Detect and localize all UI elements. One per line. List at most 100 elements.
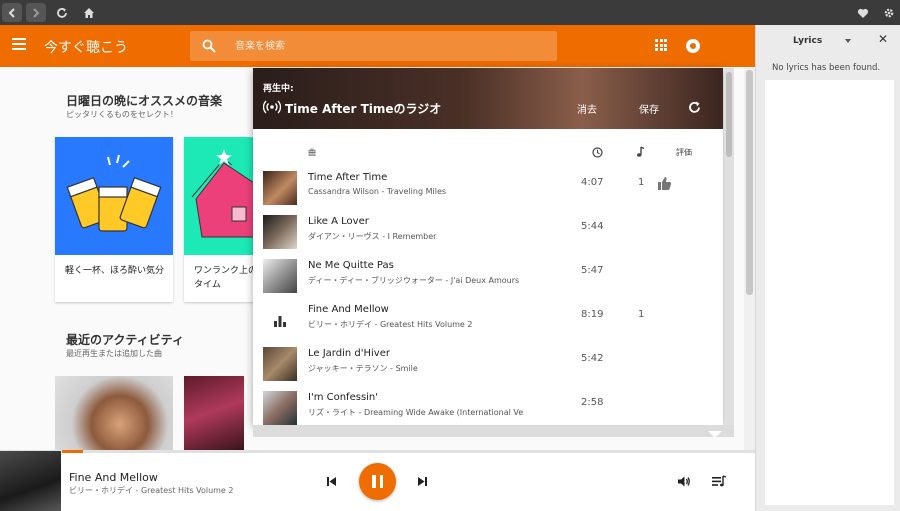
track-thumbnail — [263, 215, 297, 249]
menu-icon[interactable] — [12, 38, 26, 50]
album-thumbnail[interactable] — [55, 376, 173, 456]
pause-button[interactable] — [359, 463, 396, 500]
back-icon — [8, 7, 15, 18]
queue-track-row[interactable]: Le Jardin d'Hiver ジャッキー・テラソン - Smile 5:4… — [253, 341, 723, 385]
close-icon[interactable]: ✕ — [877, 33, 889, 45]
reload-icon — [57, 7, 67, 18]
player-bar: Fine And Mellow ビリー・ホリデイ - Greatest Hits… — [0, 450, 755, 511]
now-playing-subtitle[interactable]: ビリー・ホリデイ - Greatest Hits Volume 2 — [69, 485, 234, 496]
now-playing-art[interactable] — [0, 451, 61, 511]
search-icon — [202, 39, 216, 53]
track-artist-album: ジャッキー・テラソン - Smile — [308, 364, 418, 373]
progress-bar[interactable] — [62, 450, 755, 453]
queue-header: 再生中: Time After Timeのラジオ 消去 保存 — [253, 68, 723, 129]
card-label: 軽く一杯、ほろ酔い気分 — [65, 266, 165, 276]
track-title: I'm Confessin' — [308, 392, 379, 403]
search-box[interactable] — [190, 31, 557, 61]
main-scrollbar[interactable] — [744, 68, 755, 450]
next-track-icon[interactable] — [417, 476, 428, 487]
progress-fill — [62, 450, 83, 453]
recommend-subheading: ピッタリくるものをセレクト！ — [66, 110, 178, 119]
search-input[interactable] — [235, 37, 535, 55]
browser-toolbar — [0, 0, 900, 25]
track-artist-album: ビリー・ホリデイ - Greatest Hits Volume 2 — [308, 320, 473, 329]
reload-button[interactable] — [52, 3, 72, 22]
queue-track-row[interactable]: I'm Confessin' リズ・ライト - Dreaming Wide Aw… — [253, 385, 723, 425]
column-title[interactable]: 曲 — [308, 147, 316, 158]
apps-grid-icon[interactable] — [655, 39, 667, 51]
save-queue-button[interactable]: 保存 — [639, 101, 659, 116]
track-duration: 5:44 — [581, 221, 604, 232]
queue-pointer — [708, 431, 722, 438]
settings-button[interactable] — [879, 3, 899, 22]
track-title: Le Jardin d'Hiver — [308, 348, 390, 359]
lyrics-content — [765, 80, 894, 505]
queue-icon[interactable] — [712, 475, 727, 488]
track-thumbnail — [263, 347, 297, 381]
music-note-icon[interactable] — [635, 146, 645, 158]
queue-track-row[interactable]: Like A Lover ダイアン・リーヴス - I Remember 5:44 — [253, 209, 723, 253]
queue-track-row[interactable]: Ne Me Quitte Pas ディー・ディー・ブリッジウォーター - J'a… — [253, 253, 723, 297]
lyrics-panel: Lyrics ✕ No lyrics has been found. — [755, 25, 900, 511]
track-thumbnail — [263, 259, 297, 293]
account-avatar[interactable] — [686, 39, 700, 53]
page-title: 今すぐ聴こう — [44, 40, 128, 56]
clock-icon[interactable] — [592, 147, 603, 158]
recent-heading: 最近のアクティビティ — [66, 333, 184, 347]
track-thumbnail — [263, 391, 297, 425]
volume-icon[interactable] — [677, 475, 691, 488]
beer-cheers-icon — [66, 154, 162, 232]
dropdown-arrow-icon[interactable] — [845, 39, 851, 43]
pause-icon — [372, 475, 376, 488]
track-duration: 8:19 — [581, 309, 604, 320]
playlist-card[interactable]: 軽く一杯、ほろ酔い気分 — [55, 137, 173, 302]
forward-icon — [33, 7, 40, 18]
track-duration: 5:47 — [581, 265, 604, 276]
now-playing-label: 再生中: — [263, 84, 294, 94]
playlist-card[interactable]: ワンランク上のタイム — [184, 137, 254, 302]
track-duration: 2:58 — [581, 397, 604, 408]
refresh-icon[interactable] — [688, 101, 701, 114]
track-artist-album: Cassandra Wilson - Traveling Miles — [308, 187, 447, 196]
column-rating[interactable]: 評価 — [676, 147, 692, 158]
track-artist-album: ディー・ディー・ブリッジウォーター - J'ai Deux Amours — [308, 276, 520, 285]
track-duration: 4:07 — [581, 177, 604, 188]
clear-queue-button[interactable]: 消去 — [577, 101, 597, 116]
card-label: ワンランク上のタイム — [194, 266, 254, 290]
station-title: Time After Timeのラジオ — [285, 102, 442, 116]
card-art — [55, 137, 173, 255]
track-title: Like A Lover — [308, 216, 369, 227]
user-icon — [690, 43, 696, 49]
track-title: Fine And Mellow — [308, 304, 389, 315]
lyrics-message: No lyrics has been found. — [772, 63, 881, 73]
now-playing-title[interactable]: Fine And Mellow — [69, 471, 158, 484]
queue-panel: 再生中: Time After Timeのラジオ 消去 保存 曲 評価 Time… — [253, 68, 723, 425]
equalizer-icon — [274, 316, 286, 327]
track-duration: 5:42 — [581, 353, 604, 364]
queue-column-header: 曲 評価 — [253, 129, 723, 167]
queue-track-row[interactable]: Time After Time Cassandra Wilson - Trave… — [253, 165, 723, 209]
back-button[interactable] — [2, 3, 22, 22]
gear-icon — [884, 8, 894, 17]
lyrics-title: Lyrics — [793, 36, 823, 46]
track-play-count: 1 — [638, 309, 645, 320]
forward-button[interactable] — [26, 3, 46, 22]
favorite-button[interactable] — [853, 3, 873, 22]
previous-track-icon[interactable] — [326, 476, 337, 487]
queue-footer — [253, 425, 734, 437]
recommend-heading: 日曜日の晩にオススメの音楽 — [66, 94, 223, 108]
thumbs-up-icon[interactable] — [657, 176, 672, 191]
house-icon — [191, 149, 254, 238]
card-art — [184, 137, 254, 255]
track-artist-album: リズ・ライト - Dreaming Wide Awake (Internatio… — [308, 408, 523, 417]
home-button[interactable] — [79, 3, 99, 22]
track-thumbnail — [263, 171, 297, 205]
queue-scrollbar[interactable] — [724, 68, 734, 425]
track-title: Time After Time — [308, 172, 388, 183]
radio-icon — [263, 100, 281, 114]
app-header: 今すぐ聴こう — [0, 25, 755, 67]
heart-icon — [857, 8, 869, 18]
queue-track-row[interactable]: Fine And Mellow ビリー・ホリデイ - Greatest Hits… — [253, 297, 723, 341]
album-thumbnail[interactable] — [184, 376, 244, 456]
track-title: Ne Me Quitte Pas — [308, 260, 394, 271]
